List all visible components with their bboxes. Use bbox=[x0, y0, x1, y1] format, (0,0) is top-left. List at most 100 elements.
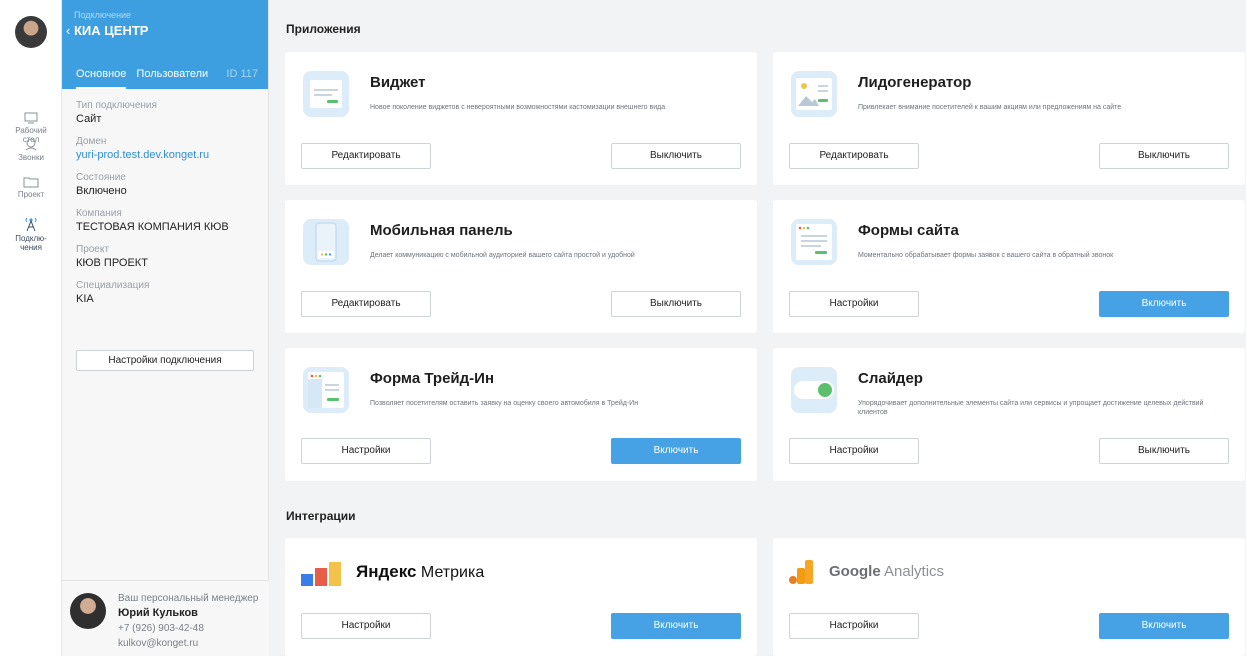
settings-button[interactable]: Настройки bbox=[789, 438, 919, 464]
tab-users[interactable]: Пользователи bbox=[136, 68, 208, 89]
rail-label: Подклю- bbox=[15, 234, 47, 243]
field-project: Проект КЮВ ПРОЕКТ bbox=[62, 244, 268, 269]
field-connection-type: Тип подключения Сайт bbox=[62, 100, 268, 125]
app-description: Моментально обрабатывает формы заявок с … bbox=[858, 252, 1114, 259]
folder-icon bbox=[23, 177, 39, 188]
field-value: Включено bbox=[76, 185, 127, 197]
field-value: KIA bbox=[76, 293, 94, 305]
manager-phone[interactable]: +7 (926) 903-42-48 bbox=[118, 623, 204, 634]
field-label: Состояние bbox=[76, 172, 126, 183]
field-label: Домен bbox=[76, 136, 107, 147]
rail-label: Звонки bbox=[18, 153, 44, 162]
disable-button[interactable]: Выключить bbox=[1099, 438, 1229, 464]
widget-icon bbox=[303, 71, 349, 117]
disable-button[interactable]: Выключить bbox=[1099, 143, 1229, 169]
connection-panel: Подключение ‹ КИА ЦЕНТР Основное Пользова… bbox=[62, 0, 269, 656]
app-card-widget: Виджет Новое поколение виджетов с неверо… bbox=[285, 52, 757, 185]
integration-card-google-analytics: Google Analytics Настройки Включить bbox=[773, 538, 1245, 656]
app-name: Формы сайта bbox=[858, 222, 959, 239]
field-label: Тип подключения bbox=[76, 100, 157, 111]
edit-button[interactable]: Редактировать bbox=[301, 143, 431, 169]
settings-button[interactable]: Настройки bbox=[789, 613, 919, 639]
field-label: Проект bbox=[76, 244, 109, 255]
disable-button[interactable]: Выключить bbox=[611, 143, 741, 169]
app-description: Упорядочивает дополнительные элементы са… bbox=[858, 400, 1204, 416]
app-name: Форма Трейд-Ин bbox=[370, 370, 495, 387]
logo-product: Метрика bbox=[416, 564, 485, 581]
domain-link[interactable]: yuri-prod.test.dev.konget.ru bbox=[76, 149, 254, 161]
rail-item-calls[interactable]: Звонки bbox=[0, 137, 62, 162]
app-name: Виджет bbox=[370, 74, 426, 91]
app-description: Делает коммуникацию с мобильной аудитори… bbox=[370, 252, 635, 259]
logo-product: Analytics bbox=[880, 563, 945, 580]
panel-header: Подключение ‹ КИА ЦЕНТР Основное Пользова… bbox=[62, 0, 268, 89]
app-card-mobile-panel: Мобильная панель Делает коммуникацию с м… bbox=[285, 200, 757, 333]
desktop-icon bbox=[24, 112, 38, 124]
site-forms-icon bbox=[791, 219, 837, 265]
calls-icon bbox=[25, 138, 37, 151]
edit-button[interactable]: Редактировать bbox=[789, 143, 919, 169]
field-label: Специализация bbox=[76, 280, 150, 291]
slider-icon bbox=[791, 367, 837, 413]
edit-button[interactable]: Редактировать bbox=[301, 291, 431, 317]
panel-title: ‹ КИА ЦЕНТР bbox=[62, 23, 268, 38]
settings-button[interactable]: Настройки bbox=[301, 613, 431, 639]
app-description: Привлекает внимание посетителей к вашим … bbox=[858, 104, 1122, 111]
connection-settings-button[interactable]: Настройки подключения bbox=[76, 350, 254, 371]
enable-button[interactable]: Включить bbox=[611, 613, 741, 639]
panel-tabs: Основное Пользователи ID 117 bbox=[76, 68, 262, 89]
app-card-trade-in: Форма Трейд-Ин Позволяет посетителям ост… bbox=[285, 348, 757, 481]
field-value: КЮВ ПРОЕКТ bbox=[76, 257, 148, 269]
user-avatar[interactable] bbox=[15, 16, 47, 48]
field-value: Сайт bbox=[76, 113, 102, 125]
app-description: Новое поколение виджетов с невероятными … bbox=[370, 104, 666, 111]
enable-button[interactable]: Включить bbox=[611, 438, 741, 464]
rail-item-project[interactable]: Проект bbox=[0, 176, 62, 199]
icon-rail: Рабочий стол Звонки Проект Подклю- чения bbox=[0, 0, 62, 656]
logo-brand: Яндекс bbox=[356, 562, 417, 581]
app-name: Слайдер bbox=[858, 370, 923, 387]
manager-avatar bbox=[70, 593, 106, 629]
manager-caption: Ваш персональный менеджер bbox=[118, 593, 259, 604]
mobile-panel-icon bbox=[303, 219, 349, 265]
app-description: Позволяет посетителям оставить заявку на… bbox=[370, 400, 639, 407]
apps-section-title: Приложения bbox=[286, 22, 361, 36]
connection-id: ID 117 bbox=[226, 68, 258, 80]
panel-subtitle: Подключение bbox=[74, 10, 132, 20]
integration-card-yandex-metrika: Яндекс Метрика Настройки Включить bbox=[285, 538, 757, 656]
tab-main[interactable]: Основное bbox=[76, 68, 127, 89]
rail-label: Рабочий bbox=[15, 126, 47, 135]
rail-item-connections[interactable]: Подклю- чения bbox=[0, 216, 62, 252]
enable-button[interactable]: Включить bbox=[1099, 613, 1229, 639]
field-state: Состояние Включено bbox=[62, 172, 268, 197]
yandex-metrika-logo bbox=[301, 562, 341, 586]
google-analytics-logo bbox=[789, 560, 813, 584]
integration-name: Яндекс Метрика bbox=[356, 562, 484, 582]
trade-in-form-icon bbox=[303, 367, 349, 413]
app-name: Лидогенератор bbox=[858, 74, 972, 91]
personal-manager: Ваш персональный менеджер Юрий Кульков +… bbox=[62, 580, 269, 656]
connection-name: КИА ЦЕНТР bbox=[74, 23, 149, 38]
integrations-section-title: Интеграции bbox=[286, 509, 356, 523]
integration-name: Google Analytics bbox=[829, 563, 944, 581]
disable-button[interactable]: Выключить bbox=[611, 291, 741, 317]
manager-name: Юрий Кульков bbox=[118, 607, 198, 619]
logo-brand: Google bbox=[829, 563, 881, 580]
field-specialization: Специализация KIA bbox=[62, 280, 268, 305]
rail-label: Проект bbox=[17, 190, 45, 199]
field-value: ТЕСТОВАЯ КОМПАНИЯ КЮВ bbox=[76, 221, 229, 233]
app-card-leadgen: Лидогенератор Привлекает внимание посети… bbox=[773, 52, 1245, 185]
field-label: Компания bbox=[76, 208, 122, 219]
settings-button[interactable]: Настройки bbox=[789, 291, 919, 317]
enable-button[interactable]: Включить bbox=[1099, 291, 1229, 317]
app-card-site-forms: Формы сайта Моментально обрабатывает фор… bbox=[773, 200, 1245, 333]
back-icon[interactable]: ‹ bbox=[66, 23, 74, 38]
field-domain: Домен yuri-prod.test.dev.konget.ru bbox=[62, 136, 268, 161]
manager-email[interactable]: kulkov@konget.ru bbox=[118, 638, 198, 649]
app-name: Мобильная панель bbox=[370, 222, 513, 239]
rail-label: чения bbox=[20, 243, 42, 252]
main-content: Приложения Виджет Новое поколение виджет… bbox=[269, 0, 1246, 656]
field-company: Компания ТЕСТОВАЯ КОМПАНИЯ КЮВ bbox=[62, 208, 268, 233]
antenna-icon bbox=[25, 217, 37, 232]
settings-button[interactable]: Настройки bbox=[301, 438, 431, 464]
